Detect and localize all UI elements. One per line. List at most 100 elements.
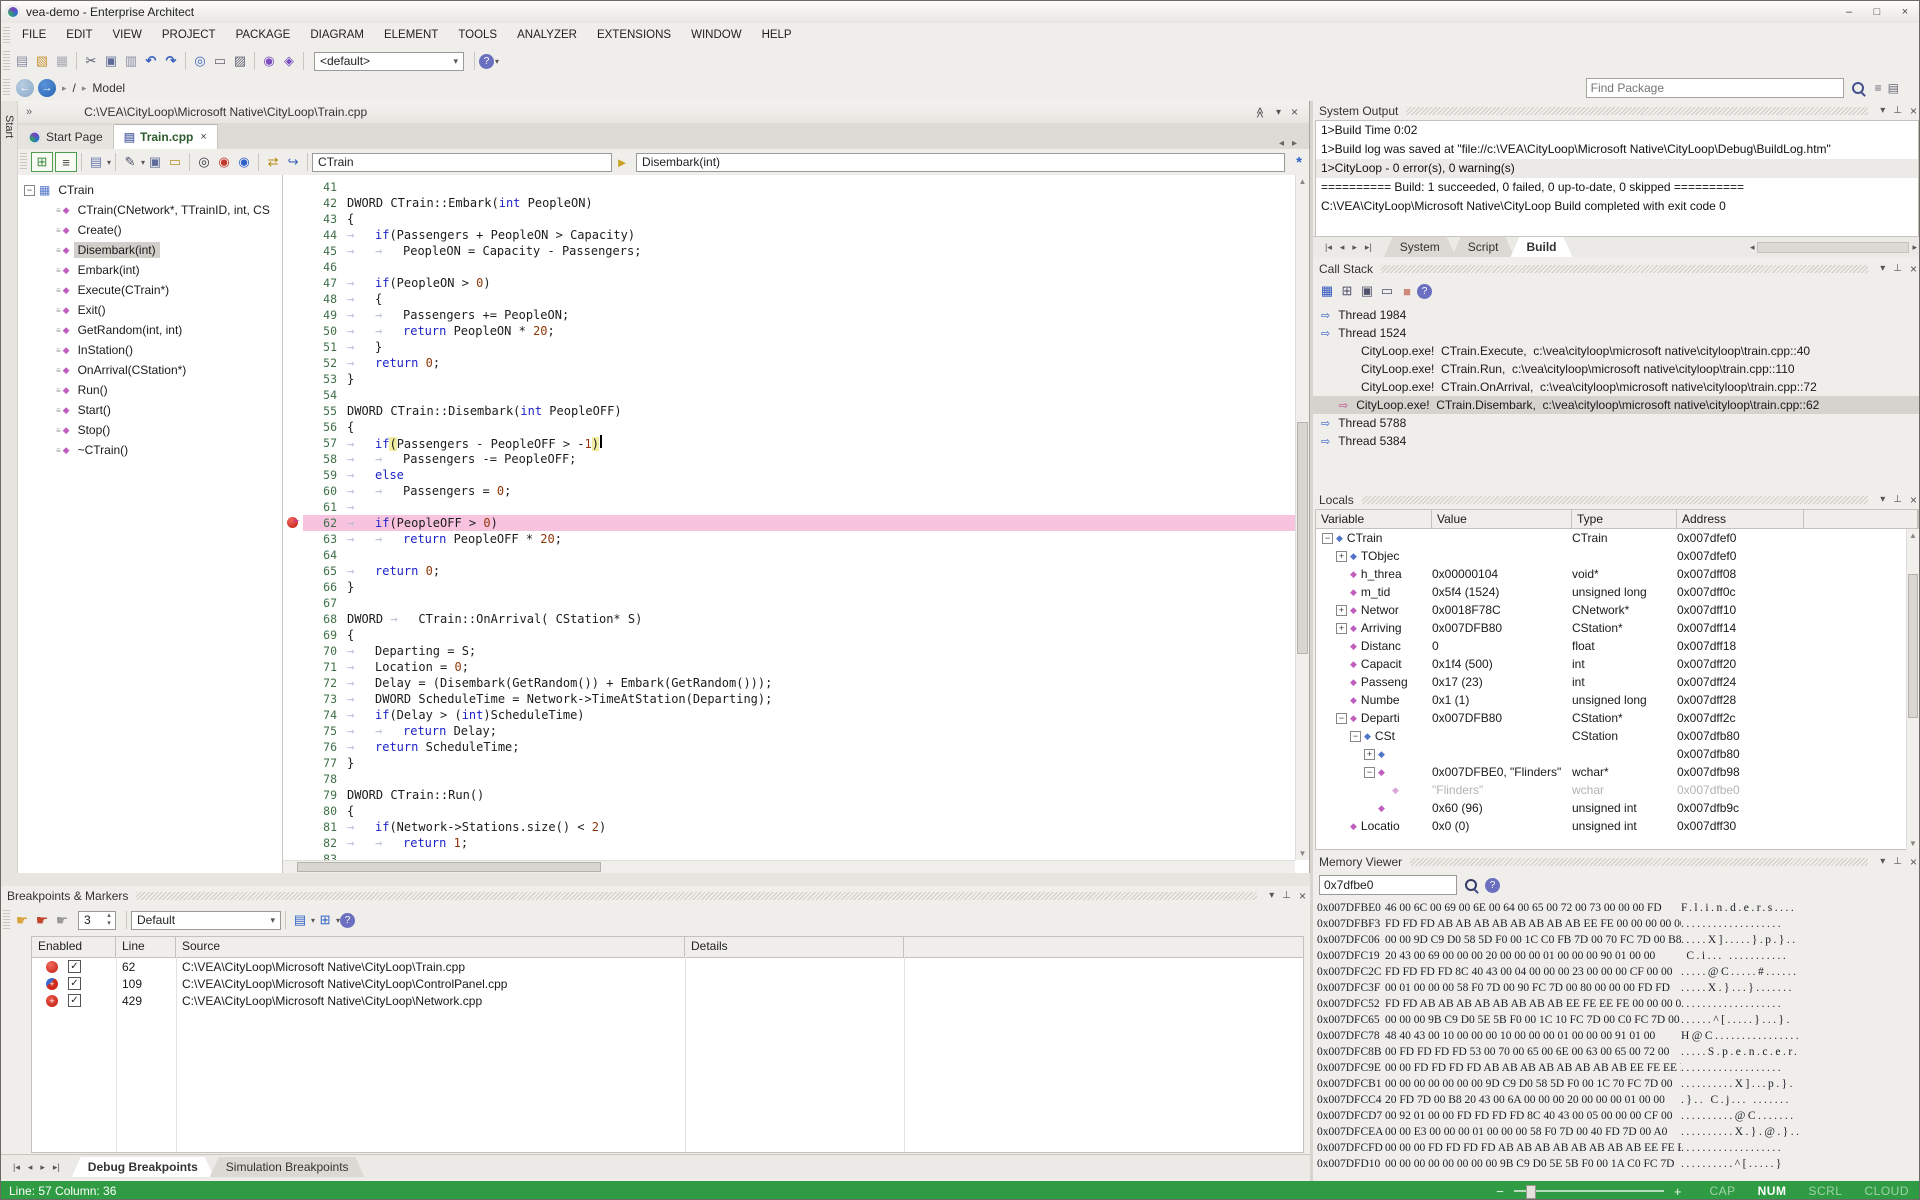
menu-item-analyzer[interactable]: ANALYZER [507,23,587,47]
code-line-body[interactable]: 53} [303,371,1295,387]
breadcrumb-item[interactable]: Model [92,81,125,95]
code-line-body[interactable]: 62→if(PeopleOFF > 0) [303,515,1295,531]
help-icon[interactable] [1417,284,1432,299]
menu-item-diagram[interactable]: DIAGRAM [300,23,374,47]
breakpoint-gutter[interactable] [283,339,303,355]
code-line-body[interactable]: 82→→return 1; [303,835,1295,851]
menu-item-project[interactable]: PROJECT [152,23,226,47]
breakpoint-gutter[interactable] [283,515,303,531]
breakpoint-gutter[interactable] [283,403,303,419]
call-stack-thread-row[interactable]: Thread 1524 [1313,324,1920,342]
panel-close-icon[interactable]: × [1910,262,1917,276]
hand-plain-icon[interactable] [52,911,72,929]
column-header-type[interactable]: Type [1572,510,1677,528]
panel-close-icon[interactable]: × [1910,104,1917,118]
tab-scroll-left-icon[interactable]: ◂ [1279,138,1284,149]
breakpoint-row[interactable]: 109C:\VEA\CityLoop\Microsoft Native\City… [32,975,1303,992]
call-stack-frame-row[interactable]: CityLoop.exe! CTrain.OnArrival, c:\vea\c… [1313,378,1920,396]
menu-item-extensions[interactable]: EXTENSIONS [587,23,681,47]
profile-combo[interactable]: Default▾ [131,911,281,930]
forward-button[interactable] [38,79,56,97]
code-line-body[interactable]: 51→} [303,339,1295,355]
call-stack-thread-row[interactable]: Thread 5384 [1313,432,1920,450]
code-area[interactable]: 4142DWORD CTrain::Embark(int PeopleON)43… [283,175,1295,860]
tab-last-icon[interactable]: ▸| [1365,242,1372,253]
tree-item-onarrival-cstation-[interactable]: OnArrival(CStation*) [18,360,282,380]
code-line-body[interactable]: 83 [303,851,1295,860]
breakpoint-gutter[interactable] [283,467,303,483]
locals-row[interactable]: 0x60 (96)unsigned int0x007dfb9c [1316,799,1918,817]
locals-row[interactable]: +Networ0x0018F78CCNetwork*0x007dff10 [1316,601,1918,619]
tree-collapse-icon[interactable]: − [1364,767,1375,778]
status-toggle-num[interactable]: NUM [1758,1184,1787,1198]
help-icon[interactable] [1485,878,1500,893]
breakpoint-gutter[interactable] [283,435,303,451]
tab-scroll-right-icon[interactable]: ▸ [1292,138,1297,149]
tab-train-cpp[interactable]: Train.cpp [114,124,218,149]
collapse-pane-icon[interactable] [1254,106,1267,118]
breakpoint-gutter[interactable] [283,323,303,339]
horizontal-splitter[interactable] [1,873,1310,886]
memory-search-icon[interactable] [1465,879,1477,891]
panel-pin-icon[interactable]: ⊥ [1893,105,1902,116]
hand-enable-icon[interactable] [12,911,32,929]
status-toggle-scrl[interactable]: SCRL [1808,1184,1842,1198]
help-icon[interactable] [340,913,355,928]
chevron-down-icon[interactable]: ▾ [1276,107,1281,118]
breakpoint-gutter[interactable] [283,771,303,787]
breakpoint-gutter[interactable] [283,755,303,771]
code-line-body[interactable]: 45→→PeopleON = Capacity - Passengers; [303,243,1295,259]
breakpoint-gutter[interactable] [283,803,303,819]
breakpoint-gutter[interactable] [283,787,303,803]
breakpoint-gutter[interactable] [283,371,303,387]
breakpoint-gutter[interactable] [283,451,303,467]
find-red-icon[interactable] [214,153,234,171]
copy-icon[interactable] [101,52,121,70]
chevron-down-icon[interactable]: ▾ [107,158,111,167]
code-line-body[interactable]: 43{ [303,211,1295,227]
locals-row[interactable]: Numbe0x1 (1)unsigned long0x007dff28 [1316,691,1918,709]
menu-item-file[interactable]: FILE [12,23,56,47]
panel-menu-icon[interactable]: ▾ [1880,856,1885,867]
tab-last-icon[interactable]: ▸| [53,1162,60,1173]
code-line-body[interactable]: 81→if(Network->Stations.size() < 2) [303,819,1295,835]
intelli-assist-icon[interactable] [1289,153,1309,171]
tab-prev-icon[interactable]: ◂ [1340,242,1345,253]
help-icon[interactable] [479,54,494,69]
copy-down-icon[interactable] [145,153,165,171]
code-line-body[interactable]: 49→→Passengers += PeopleON; [303,307,1295,323]
model-search-icon[interactable] [259,52,279,70]
scrollbar-thumb[interactable] [297,862,601,872]
breakpoint-gutter[interactable] [283,691,303,707]
overflow-chevron-icon[interactable] [26,106,32,118]
zoom-slider[interactable] [1514,1190,1664,1192]
zoom-in-icon[interactable]: + [1674,1184,1682,1199]
tab-simulation-breakpoints[interactable]: Simulation Breakpoints [210,1157,365,1177]
column-header-variable[interactable]: Variable [1316,510,1432,528]
status-toggle-cloud[interactable]: CLOUD [1864,1184,1909,1198]
tree-expand-icon[interactable]: + [1336,605,1347,616]
code-line-body[interactable]: 68DWORD →CTrain::OnArrival( CStation* S) [303,611,1295,627]
locals-row[interactable]: −0x007DFBE0, "Flinders"wchar*0x007dfb98 [1316,763,1918,781]
breakpoint-gutter[interactable] [283,307,303,323]
panel-menu-icon[interactable]: ▾ [1269,890,1274,901]
locals-row[interactable]: Capacit0x1f4 (500)int0x007dff20 [1316,655,1918,673]
edit-icon[interactable] [120,153,140,171]
breakpoint-gutter[interactable] [283,179,303,195]
grid-view-icon[interactable] [315,911,335,929]
breakpoint-gutter[interactable] [283,707,303,723]
close-icon[interactable] [200,131,206,143]
tree-item-disembark-int-[interactable]: Disembark(int) [18,240,282,260]
scrollbar-thumb[interactable] [1908,574,1918,718]
locals-row[interactable]: −Departi0x007DFB80CStation*0x007dff2c [1316,709,1918,727]
locals-row[interactable]: "Flinders"wchar0x007dfbe0 [1316,781,1918,799]
scroll-right-icon[interactable]: ▸ [1912,242,1917,253]
editor-vertical-scrollbar[interactable]: ▲ ▼ [1295,175,1309,860]
locals-row[interactable]: +Arriving0x007DFB80CStation*0x007dff14 [1316,619,1918,637]
code-line-body[interactable]: 58→→Passengers -= PeopleOFF; [303,451,1295,467]
breakpoint-gutter[interactable] [283,819,303,835]
code-line-body[interactable]: 48→{ [303,291,1295,307]
breadcrumb-item[interactable]: / [73,81,76,95]
list-view-icon[interactable] [290,911,310,929]
code-line-body[interactable]: 42DWORD CTrain::Embark(int PeopleON) [303,195,1295,211]
